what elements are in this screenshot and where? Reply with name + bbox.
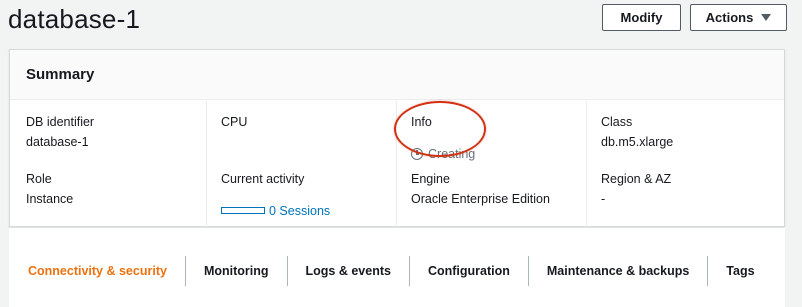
tab-monitoring[interactable]: Monitoring bbox=[186, 256, 288, 286]
region-az-value: - bbox=[601, 192, 606, 206]
cpu-value bbox=[221, 135, 396, 172]
rds-database-page: database-1 Modify Actions Summary DB ide… bbox=[0, 0, 802, 307]
current-activity-label: Current activity bbox=[221, 172, 305, 186]
summary-column-2: CPU Current activity 0 Sessions bbox=[206, 101, 396, 227]
current-activity-value: 0 Sessions bbox=[221, 192, 396, 229]
class-label: Class bbox=[601, 115, 633, 129]
details-tabs-panel: Connectivity & security Monitoring Logs … bbox=[9, 228, 785, 307]
db-identifier-label: DB identifier bbox=[26, 115, 95, 129]
summary-column-1: DB identifier database-1 Role Instance bbox=[10, 101, 206, 227]
status-highlight-circle bbox=[394, 101, 486, 157]
tab-logs-events[interactable]: Logs & events bbox=[288, 256, 410, 286]
sessions-link[interactable]: 0 Sessions bbox=[269, 204, 330, 218]
sessions-bar bbox=[221, 207, 265, 214]
page-title: database-1 bbox=[8, 4, 141, 34]
modify-button[interactable]: Modify bbox=[602, 4, 681, 31]
tab-tags[interactable]: Tags bbox=[708, 256, 772, 286]
summary-title: Summary bbox=[26, 66, 95, 83]
caret-down-icon bbox=[761, 14, 772, 21]
summary-header: Summary bbox=[10, 50, 784, 100]
engine-value: Oracle Enterprise Edition bbox=[411, 192, 550, 206]
class-value: db.m5.xlarge bbox=[601, 135, 674, 149]
page-header: database-1 Modify Actions bbox=[0, 0, 802, 48]
cpu-label: CPU bbox=[221, 115, 248, 129]
tab-connectivity-security[interactable]: Connectivity & security bbox=[9, 256, 186, 286]
tab-maintenance-backups[interactable]: Maintenance & backups bbox=[529, 256, 709, 286]
role-label: Role bbox=[26, 172, 52, 186]
tab-configuration[interactable]: Configuration bbox=[410, 256, 529, 286]
role-value: Instance bbox=[26, 192, 74, 206]
actions-label: Actions bbox=[705, 10, 754, 25]
summary-column-4: Class db.m5.xlarge Region & AZ - bbox=[586, 101, 784, 227]
actions-dropdown-button[interactable]: Actions bbox=[690, 4, 787, 31]
engine-label: Engine bbox=[411, 172, 450, 186]
db-identifier-value: database-1 bbox=[26, 135, 89, 149]
tab-bar: Connectivity & security Monitoring Logs … bbox=[9, 256, 785, 286]
region-az-label: Region & AZ bbox=[601, 172, 672, 186]
